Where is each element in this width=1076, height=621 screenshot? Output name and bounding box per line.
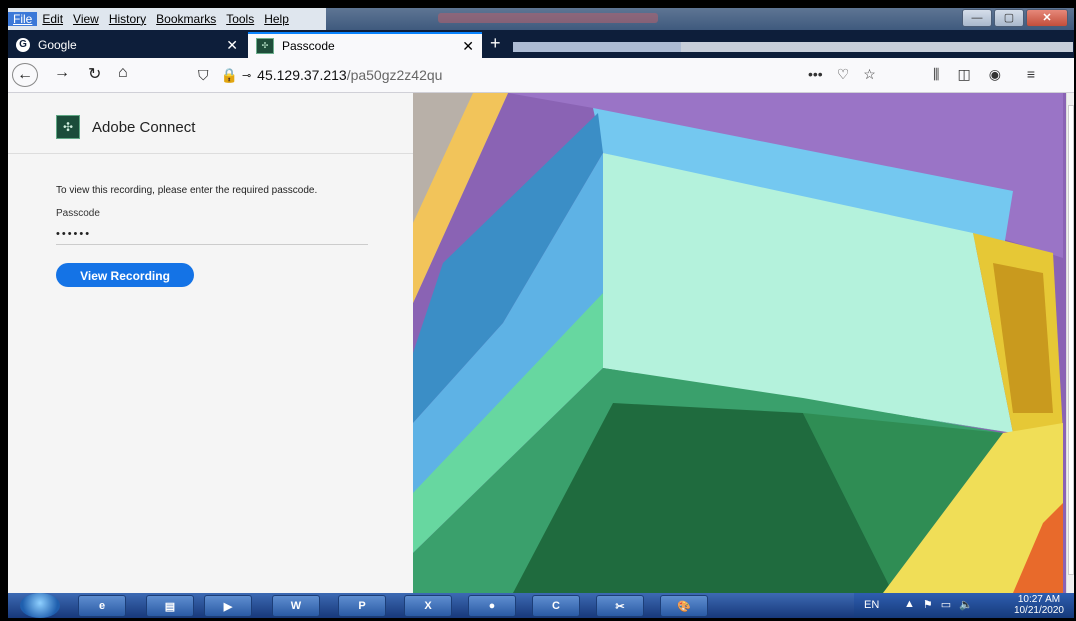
url-bar[interactable]: ⛉ 🔒 ⊸ 45.129.37.213/pa50gz2z42qu	[198, 63, 808, 87]
pocket-icon[interactable]: ♡	[837, 66, 850, 83]
clock[interactable]: 10:27 AM 10/21/2020	[1014, 594, 1064, 616]
sidebar-icon[interactable]: ◫	[957, 66, 970, 83]
firefox-icon[interactable]: ●	[468, 595, 516, 617]
toolbar-right: ⫼ ◫ ◉ ≡	[933, 66, 1035, 83]
menu-bar: File Edit View History Bookmarks Tools H…	[8, 8, 326, 30]
url-actions: ••• ♡ ☆	[808, 66, 876, 83]
menu-view[interactable]: View	[68, 12, 104, 26]
home-icon[interactable]: ⌂	[118, 64, 128, 82]
menu-bookmarks[interactable]: Bookmarks	[151, 12, 221, 26]
menu-file[interactable]: File	[8, 12, 38, 26]
tracking-shield-icon[interactable]: ⛉	[198, 67, 209, 84]
menu-tools[interactable]: Tools	[221, 12, 259, 26]
tab-close-icon[interactable]: ✕	[226, 37, 238, 54]
window-controls: — ▢ ✕	[962, 9, 1068, 27]
key-icon[interactable]: ⊸	[242, 69, 251, 82]
scrollbar-thumb[interactable]	[1068, 105, 1074, 575]
new-tab-icon[interactable]: +	[490, 34, 501, 52]
minimize-button[interactable]: —	[962, 9, 992, 27]
library-icon[interactable]: ⫼	[933, 66, 939, 83]
blurred-tabs	[513, 42, 1073, 52]
ie-icon[interactable]: e	[78, 595, 126, 617]
passcode-prompt: To view this recording, please enter the…	[56, 185, 318, 196]
powerpoint-icon[interactable]: P	[338, 595, 386, 617]
system-tray: EN ▲ ⚑ ▭ 🔈 10:27 AM 10/21/2020	[854, 593, 1074, 618]
screen: File Edit View History Bookmarks Tools H…	[8, 8, 1074, 618]
insecure-lock-icon[interactable]: 🔒	[221, 67, 238, 84]
adobe-connect-icon: ✣	[256, 38, 274, 54]
adobe-connect-logo-icon: ✣	[56, 115, 80, 139]
show-hidden-icons-icon[interactable]: ▲	[904, 598, 915, 611]
menu-help[interactable]: Help	[259, 12, 294, 26]
back-icon[interactable]: ←	[12, 63, 38, 87]
tab-close-icon[interactable]: ✕	[462, 38, 474, 55]
tab-title: Passcode	[282, 39, 335, 53]
page-scrollbar[interactable]	[1066, 93, 1074, 593]
clock-date: 10/21/2020	[1013, 605, 1064, 616]
brand: ✣ Adobe Connect	[56, 115, 195, 139]
url-host: 45.129.37.213	[257, 67, 347, 83]
start-button[interactable]	[20, 593, 60, 618]
network-icon[interactable]: ▭	[941, 598, 951, 611]
paint-icon[interactable]: 🎨	[660, 595, 708, 617]
camtasia-icon[interactable]: C	[532, 595, 580, 617]
close-window-button[interactable]: ✕	[1026, 9, 1068, 27]
passcode-label: Passcode	[56, 208, 100, 219]
hamburger-menu-icon[interactable]: ≡	[1027, 66, 1035, 83]
google-icon: G	[16, 38, 30, 52]
explorer-icon[interactable]: ▤	[146, 595, 194, 617]
bookmark-star-icon[interactable]: ☆	[863, 66, 876, 83]
view-recording-button[interactable]: View Recording	[56, 263, 194, 287]
divider	[8, 153, 413, 154]
tab-bar: G Google ✕ ✣ Passcode ✕ +	[8, 30, 1074, 58]
maximize-button[interactable]: ▢	[994, 9, 1024, 27]
login-panel: ✣ Adobe Connect To view this recording, …	[8, 93, 414, 593]
tab-passcode[interactable]: ✣ Passcode ✕	[248, 32, 482, 58]
reload-icon[interactable]: ↻	[88, 64, 101, 84]
windows-taskbar: e ▤ ▶ W P X ● C ✂ 🎨 EN ▲ ⚑ ▭ 🔈 10:27 AM …	[8, 593, 1074, 618]
action-center-flag-icon[interactable]: ⚑	[923, 598, 933, 611]
word-icon[interactable]: W	[272, 595, 320, 617]
url-path: /pa50gz2z42qu	[346, 67, 443, 83]
menu-edit[interactable]: Edit	[37, 12, 68, 26]
tab-google[interactable]: G Google ✕	[8, 32, 246, 58]
forward-icon[interactable]: →	[54, 64, 70, 82]
volume-icon[interactable]: 🔈	[959, 598, 973, 611]
menu-history[interactable]: History	[104, 12, 151, 26]
navigation-bar: ← → ↻ ⌂ ⛉ 🔒 ⊸ 45.129.37.213/pa50gz2z42qu…	[8, 58, 1074, 93]
page-actions-icon[interactable]: •••	[808, 66, 823, 83]
passcode-input[interactable]	[56, 223, 368, 245]
window-title-bar: File Edit View History Bookmarks Tools H…	[8, 8, 1074, 30]
clock-time: 10:27 AM	[1017, 594, 1061, 605]
page-content: ✣ Adobe Connect To view this recording, …	[8, 93, 1066, 593]
media-icon[interactable]: ▶	[204, 595, 252, 617]
tab-title: Google	[38, 38, 77, 52]
tray-icons: ▲ ⚑ ▭ 🔈	[904, 598, 973, 611]
account-icon[interactable]: ◉	[989, 66, 1001, 83]
snipping-icon[interactable]: ✂	[596, 595, 644, 617]
window-title-blurred	[438, 13, 658, 23]
decorative-artwork	[413, 93, 1066, 593]
brand-name: Adobe Connect	[92, 118, 196, 136]
excel-icon[interactable]: X	[404, 595, 452, 617]
language-indicator[interactable]: EN	[864, 599, 879, 611]
cube-illustration	[413, 93, 1066, 593]
